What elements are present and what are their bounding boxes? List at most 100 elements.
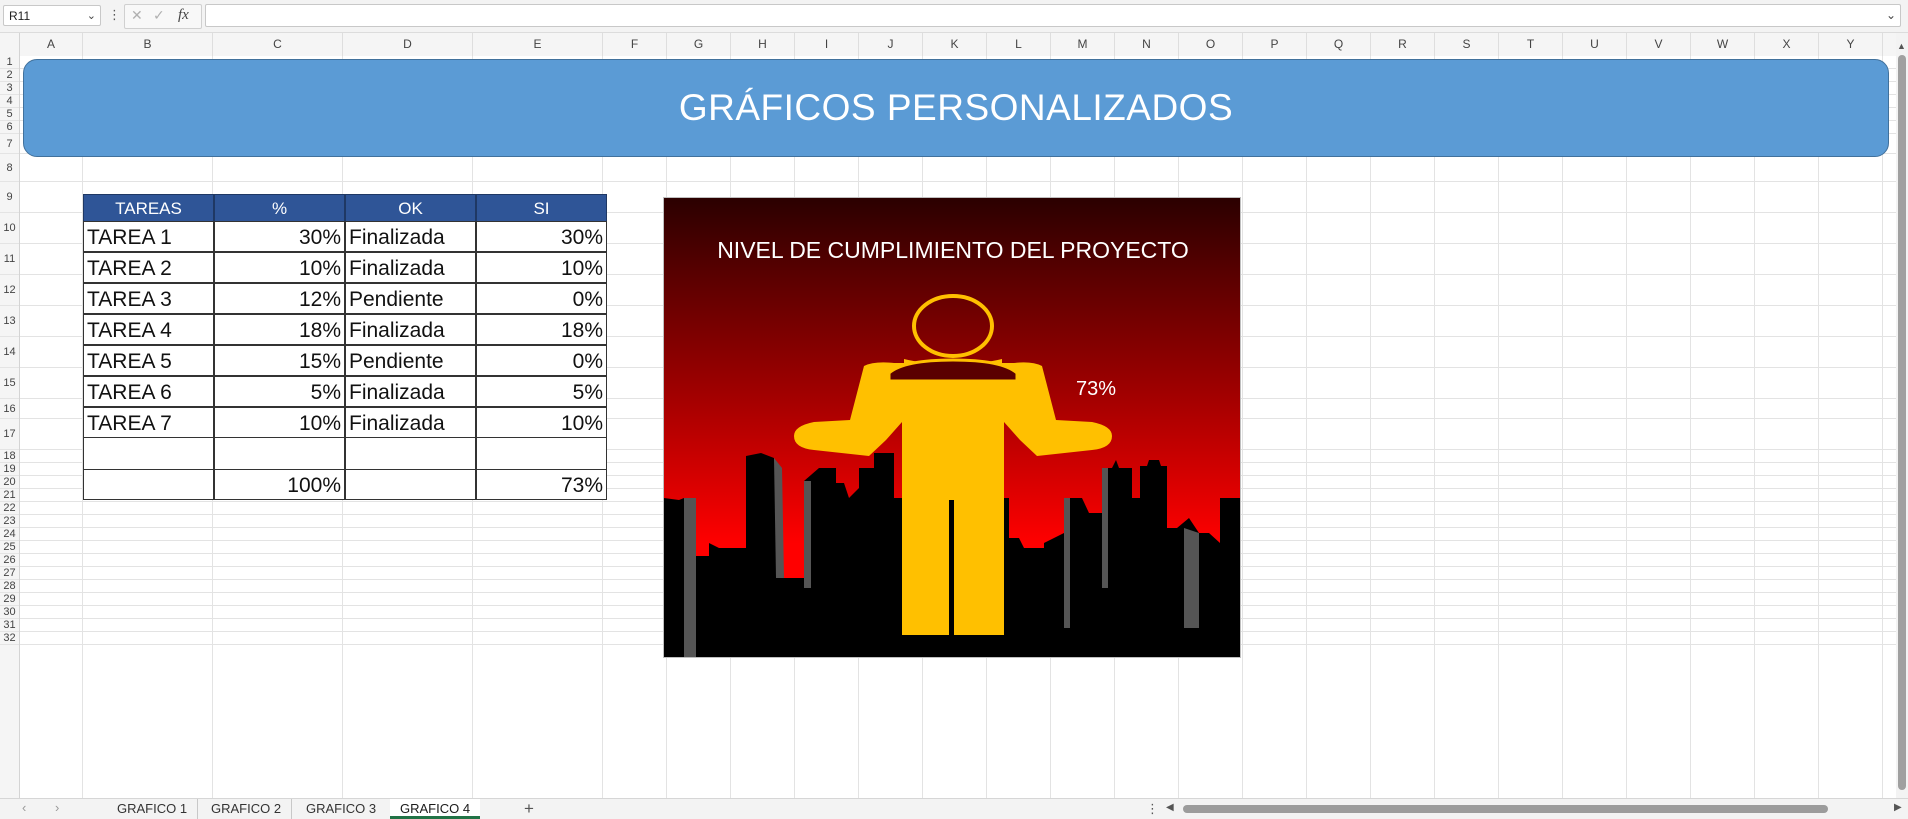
name-box[interactable]: R11 ⌄ [3,5,101,26]
table-row-cell-tareas[interactable]: TAREA 2 [83,252,214,283]
row-header[interactable]: 13 [0,306,19,337]
column-header[interactable]: S [1435,33,1499,56]
table-row-cell-tareas[interactable]: TAREA 7 [83,407,214,438]
column-header[interactable]: R [1371,33,1435,56]
table-row-cell-percent[interactable]: 12% [214,283,345,314]
row-header[interactable]: 15 [0,368,19,399]
row-header[interactable]: 23 [0,515,19,528]
row-header[interactable]: 7 [0,134,19,154]
table-row-cell-percent[interactable]: 15% [214,345,345,376]
more-options-icon[interactable]: ⋮ [108,7,121,23]
column-header[interactable]: B [83,33,213,56]
column-header[interactable]: P [1243,33,1307,56]
sheet-tab[interactable]: GRAFICO 3 [296,799,386,819]
table-row-cell-si[interactable]: 18% [476,314,607,345]
row-header[interactable]: 30 [0,606,19,619]
table-row-cell-ok[interactable]: Finalizada [345,221,476,252]
column-header[interactable]: T [1499,33,1563,56]
column-header[interactable]: D [343,33,473,56]
scroll-left-icon[interactable]: ◀ [1166,802,1174,813]
horizontal-scrollbar[interactable] [1183,805,1828,813]
table-row-cell-ok[interactable]: Finalizada [345,252,476,283]
select-all-button[interactable] [0,33,20,56]
header-tareas[interactable]: TAREAS [83,194,214,222]
totals-cell-ok[interactable] [345,469,476,500]
formula-input[interactable]: ⌄ [205,4,1901,27]
completion-chart[interactable]: NIVEL DE CUMPLIMIENTO DEL PROYECTO 73% [663,197,1241,658]
row-header[interactable]: 5 [0,108,19,121]
totals-cell-percent[interactable]: 100% [214,469,345,500]
title-banner[interactable]: GRÁFICOS PERSONALIZADOS [23,59,1889,157]
column-header[interactable]: N [1115,33,1179,56]
sheet-tab[interactable]: GRAFICO 1 [107,799,199,819]
column-header[interactable]: K [923,33,987,56]
column-header[interactable]: F [603,33,667,56]
row-header[interactable]: 27 [0,567,19,580]
column-header[interactable]: Q [1307,33,1371,56]
column-header[interactable]: U [1563,33,1627,56]
table-row-cell-ok[interactable]: Finalizada [345,376,476,407]
table-row-cell-tareas[interactable]: TAREA 3 [83,283,214,314]
row-header[interactable]: 31 [0,619,19,632]
table-row-cell-si[interactable]: 10% [476,407,607,438]
sheet-tab[interactable]: GRAFICO 4 [390,799,481,819]
next-sheet-icon[interactable]: › [55,800,59,815]
row-header[interactable]: 2 [0,69,19,82]
expand-formula-icon[interactable]: ⌄ [1886,8,1896,22]
row-header[interactable]: 24 [0,528,19,541]
add-sheet-button[interactable]: + [524,799,534,819]
table-row-cell-si[interactable]: 5% [476,376,607,407]
row-header[interactable]: 8 [0,154,19,182]
cancel-icon[interactable]: ✕ [131,7,143,24]
row-header[interactable]: 26 [0,554,19,567]
row-header[interactable]: 1 [0,56,19,69]
column-header[interactable]: G [667,33,731,56]
row-header[interactable]: 25 [0,541,19,554]
table-row-cell-percent[interactable]: 10% [214,252,345,283]
table-row-cell-si[interactable]: 0% [476,345,607,376]
header-si[interactable]: SI [476,194,607,222]
table-row-cell-percent[interactable]: 10% [214,407,345,438]
table-row-cell-tareas[interactable]: TAREA 1 [83,221,214,252]
column-header[interactable]: W [1691,33,1755,56]
prev-sheet-icon[interactable]: ‹ [22,800,26,815]
row-header[interactable]: 14 [0,337,19,368]
table-row-cell-si[interactable]: 10% [476,252,607,283]
column-header[interactable]: X [1755,33,1819,56]
row-header[interactable]: 11 [0,244,19,275]
column-header[interactable]: A [20,33,83,56]
table-row-cell-ok[interactable]: Finalizada [345,314,476,345]
column-header[interactable]: V [1627,33,1691,56]
insert-function-icon[interactable]: fx [178,7,189,24]
table-row-cell-percent[interactable]: 18% [214,314,345,345]
column-header[interactable]: M [1051,33,1115,56]
more-icon[interactable]: ⋮ [1146,801,1159,817]
column-header[interactable]: E [473,33,603,56]
table-row-cell-si[interactable]: 30% [476,221,607,252]
header-ok[interactable]: OK [345,194,476,222]
sheet-tab[interactable]: GRAFICO 2 [201,799,293,819]
column-header[interactable]: J [859,33,923,56]
column-header[interactable]: O [1179,33,1243,56]
blank-row-cell[interactable] [345,438,476,470]
table-row-cell-si[interactable]: 0% [476,283,607,314]
blank-row-cell[interactable] [476,438,607,470]
table-row-cell-percent[interactable]: 30% [214,221,345,252]
row-header[interactable]: 28 [0,580,19,593]
row-header[interactable]: 12 [0,275,19,306]
vertical-scrollbar-track[interactable]: ▲ [1896,33,1908,798]
row-header[interactable]: 10 [0,213,19,244]
table-row-cell-ok[interactable]: Finalizada [345,407,476,438]
table-row-cell-tareas[interactable]: TAREA 5 [83,345,214,376]
scroll-up-icon[interactable]: ▲ [1897,41,1906,51]
table-row-cell-tareas[interactable]: TAREA 6 [83,376,214,407]
column-header[interactable]: Y [1819,33,1883,56]
chevron-down-icon[interactable]: ⌄ [87,6,96,27]
confirm-icon[interactable]: ✓ [153,7,165,24]
column-header[interactable]: I [795,33,859,56]
row-header[interactable]: 4 [0,95,19,108]
row-header[interactable]: 19 [0,463,19,476]
totals-cell-tareas[interactable] [83,469,214,500]
blank-row-cell[interactable] [83,438,214,470]
column-header[interactable]: H [731,33,795,56]
